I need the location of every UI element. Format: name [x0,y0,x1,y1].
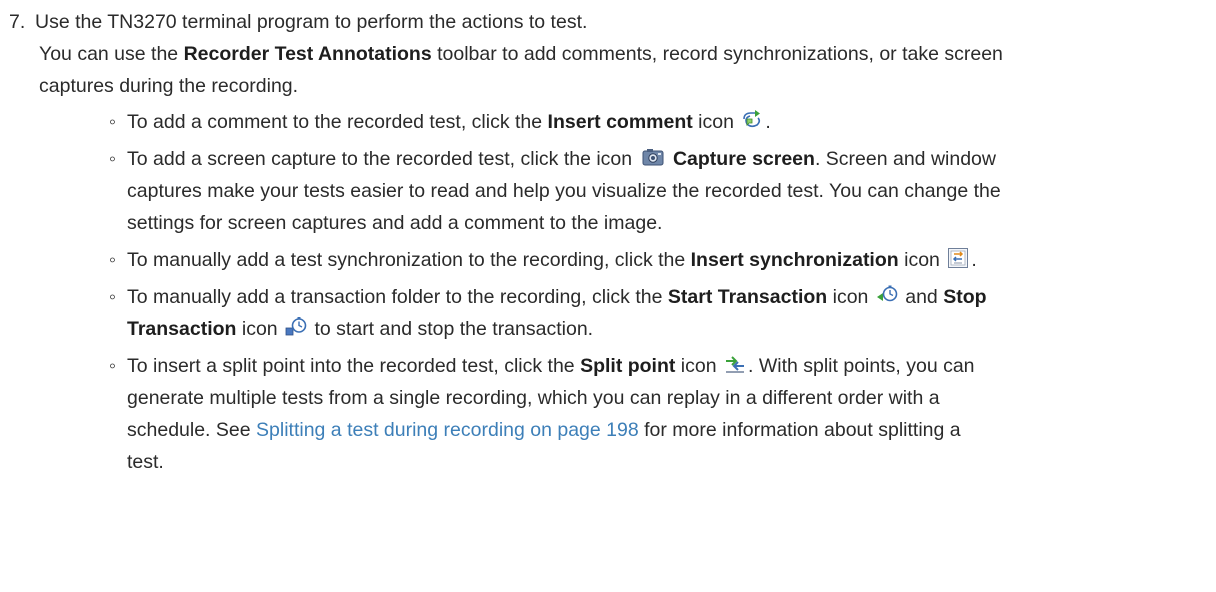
bullet-bold: Transaction [127,318,237,340]
bullet-text: to start and stop the transaction. [309,318,594,340]
intro-text-3: captures during the recording. [39,75,299,97]
bullet-marker: ◦ [109,148,116,170]
intro-paragraph: You can use the Recorder Test Annotation… [39,38,1209,102]
bullet-text: icon [898,249,940,271]
bullet-text: schedule. See [127,419,257,441]
step-number: 7. [9,11,26,33]
bullet-text: To insert a split point into the recorde… [127,355,581,377]
intro-bold: Recorder Test Annotations [183,43,432,65]
bullet-text: icon [236,318,278,340]
bullet-text: settings for screen captures and add a c… [127,212,663,234]
bullet-text: test. [127,451,164,473]
bullet-text: To manually add a transaction folder to … [127,286,668,308]
insert-comment-icon [743,110,761,128]
bullet-text: . Screen and window [814,148,996,170]
bullet-marker: ◦ [109,249,116,271]
bullet-bold: Start Transaction [667,286,828,308]
bullet-bold: Insert comment [547,111,693,133]
list-item: ◦ To add a screen capture to the recorde… [109,143,1209,239]
split-point-icon [726,356,744,373]
document-page: 7. Use the TN3270 terminal program to per… [0,0,1216,592]
intro-text-2: toolbar to add comments, record synchron… [431,43,1003,65]
capture-screen-icon [642,149,664,166]
bullet-bold: Stop [943,286,987,308]
step-title: Use the TN3270 terminal program to perfo… [35,11,588,33]
bullet-text: for more information about splitting a [638,419,961,441]
bullet-marker: ◦ [109,286,116,308]
bullet-marker: ◦ [109,111,116,133]
bullet-text: generate multiple tests from a single re… [127,387,940,409]
bullet-bold: Capture screen [672,148,815,170]
insert-synchronization-icon [948,248,969,268]
bullet-text: icon [675,355,717,377]
bullet-text: and [899,286,944,308]
bullet-marker: ◦ [109,355,116,377]
bullet-text: . [971,249,977,271]
annotation-list: ◦ To add a comment to the recorded test,… [9,106,1209,478]
bullet-text: . [765,111,771,133]
bullet-text: icon [827,286,869,308]
bullet-bold: Insert synchronization [690,249,899,271]
bullet-text: icon [692,111,734,133]
bullet-text: To add a screen capture to the recorded … [127,148,633,170]
step-7: 7. Use the TN3270 terminal program to per… [9,6,1209,483]
bullet-text: . With split points, you can [748,355,975,377]
splitting-test-link[interactable]: Splitting a test during recording on pag… [256,419,639,441]
list-item: ◦ To add a comment to the recorded test,… [109,106,1209,138]
bullet-bold: Split point [580,355,676,377]
bullet-text: captures make your tests easier to read … [127,180,1001,202]
stop-transaction-icon [285,317,307,336]
bullet-text: To add a comment to the recorded test, c… [127,111,548,133]
intro-text: You can use the [39,43,184,65]
list-item: ◦ To insert a split point into the recor… [109,350,1209,478]
list-item: ◦ To manually add a test synchronization… [109,244,1209,276]
start-transaction-icon [876,285,898,302]
step-heading: 7. Use the TN3270 terminal program to per… [9,6,1209,38]
bullet-text: To manually add a test synchronization t… [127,249,691,271]
list-item: ◦ To manually add a transaction folder t… [109,281,1209,345]
